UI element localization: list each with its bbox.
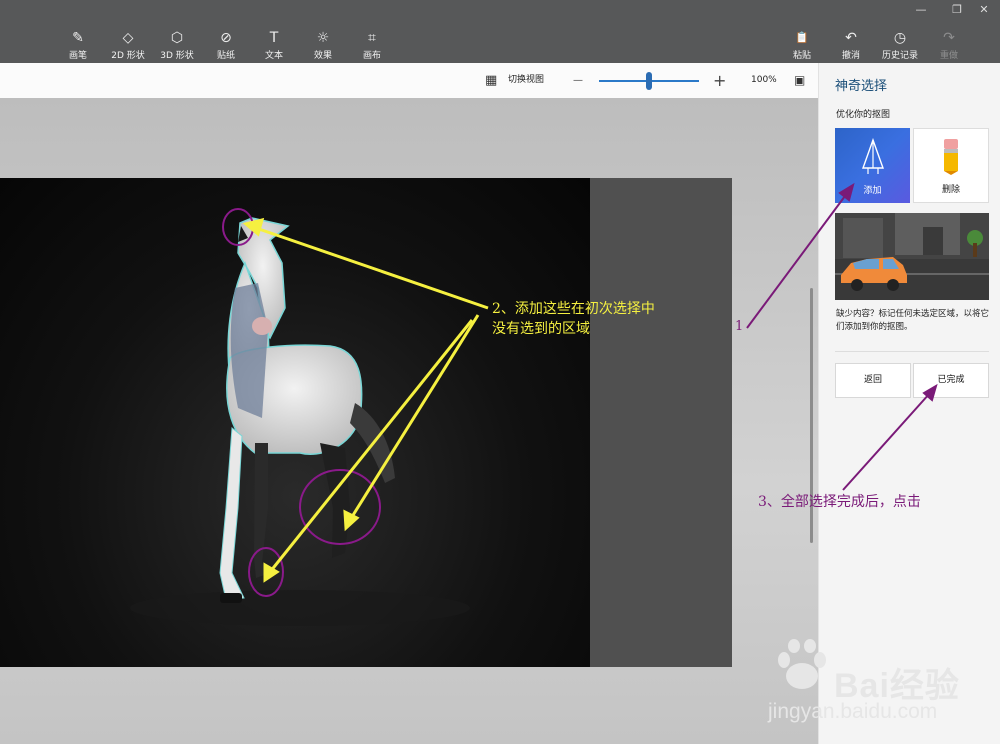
tool-label: 文本 — [264, 51, 283, 61]
annotation-label-2-line1: 2、添加这些在初次选择中 — [492, 301, 655, 317]
minimize-button[interactable]: — — [905, 0, 937, 20]
panel-description: 缺少内容？标记任何未选定区域，以将它们添加到你的抠图。 — [836, 309, 990, 332]
tool-label: 2D 形状 — [111, 51, 145, 61]
tool-label: 画笔 — [68, 51, 87, 61]
canvas-icon: ⌗ — [368, 30, 376, 46]
sticker-icon: ⊘ — [220, 30, 232, 46]
tool-effects[interactable]: ☼ 效果 — [298, 0, 348, 63]
close-button[interactable]: ✕ — [968, 0, 1000, 20]
remove-mode-label: 删除 — [941, 185, 960, 195]
annotation-label-3: 3、全部选择完成后，点击 — [758, 494, 921, 510]
cube-3d-icon: ⬡ — [170, 30, 184, 46]
close-icon: ✕ — [979, 3, 989, 16]
top-toolbar: ✎ 画笔 ◇ 2D 形状 ⬡ 3D 形状 ⊘ 贴纸 T 文本 ☼ 效果 ⌗ 画布… — [0, 0, 1000, 63]
tutorial-preview-image — [835, 213, 989, 300]
tool-canvas[interactable]: ⌗ 画布 — [347, 0, 397, 63]
tool-label: 效果 — [313, 51, 332, 61]
action-label: 重做 — [939, 51, 958, 61]
done-button[interactable]: 已完成 — [913, 363, 989, 398]
tool-sticker[interactable]: ⊘ 贴纸 — [201, 0, 251, 63]
history-icon: ◷ — [893, 30, 907, 46]
paw-logo-icon — [778, 639, 826, 689]
tool-3d-shapes[interactable]: ⬡ 3D 形状 — [152, 0, 202, 63]
back-button[interactable]: 返回 — [835, 363, 911, 398]
tool-brush[interactable]: ✎ 画笔 — [53, 0, 103, 63]
tool-2d-shapes[interactable]: ◇ 2D 形状 — [103, 0, 153, 63]
paste-button[interactable]: 📋 粘贴 — [777, 0, 827, 63]
car-illustration — [835, 213, 989, 300]
undo-button[interactable]: ↶ 撤消 — [826, 0, 876, 63]
action-label: 粘贴 — [792, 51, 811, 61]
minimize-icon: — — [915, 3, 927, 16]
zoom-in-button[interactable]: + — [713, 63, 726, 98]
panel-subtitle: 优化你的抠图 — [836, 110, 891, 120]
zoom-slider-thumb[interactable] — [646, 72, 652, 90]
remove-mode-button[interactable]: 删除 — [913, 128, 989, 203]
pen-icon — [861, 137, 884, 174]
action-label: 撤消 — [841, 51, 860, 61]
zoom-out-button[interactable]: — — [573, 63, 583, 98]
image-view-icon[interactable]: ▣ — [794, 63, 805, 98]
eraser-icon — [944, 139, 958, 175]
panel-title: 神奇选择 — [835, 79, 888, 94]
redo-icon: ↷ — [943, 30, 955, 46]
grid-view-icon[interactable]: ▦ — [485, 63, 497, 98]
zoom-level: 100% — [751, 75, 777, 85]
tool-label: 画布 — [362, 51, 381, 61]
watermark-url: jingyan.baidu.com — [768, 700, 938, 723]
panel-divider — [835, 351, 989, 352]
undo-icon: ↶ — [845, 30, 857, 46]
annotation-label-1: 1 — [735, 319, 744, 334]
canvas-scene — [0, 178, 732, 667]
tool-label: 贴纸 — [216, 51, 235, 61]
baidu-watermark: Bai经验 jingyan.baidu.com — [768, 638, 998, 742]
tool-label: 3D 形状 — [160, 51, 194, 61]
add-mode-button[interactable]: 添加 — [835, 128, 910, 203]
horse-illustration — [130, 217, 470, 626]
text-icon: T — [269, 30, 279, 46]
brush-icon: ✎ — [72, 30, 84, 46]
paste-icon: 📋 — [795, 31, 809, 44]
annotation-label-2-line2: 没有选到的区域 — [492, 321, 590, 337]
canvas-workspace[interactable] — [0, 98, 818, 744]
effects-icon: ☼ — [316, 30, 330, 46]
add-mode-label: 添加 — [863, 186, 882, 196]
view-bar: ▦ 切换视图 — + 100% ▣ — [0, 63, 818, 98]
tool-text[interactable]: T 文本 — [249, 0, 299, 63]
shapes-2d-icon: ◇ — [122, 30, 134, 46]
view-toggle-label[interactable]: 切换视图 — [508, 63, 544, 98]
horse-photo[interactable] — [0, 178, 590, 667]
restore-icon: ❐ — [952, 3, 962, 16]
action-label: 历史记录 — [881, 51, 918, 61]
